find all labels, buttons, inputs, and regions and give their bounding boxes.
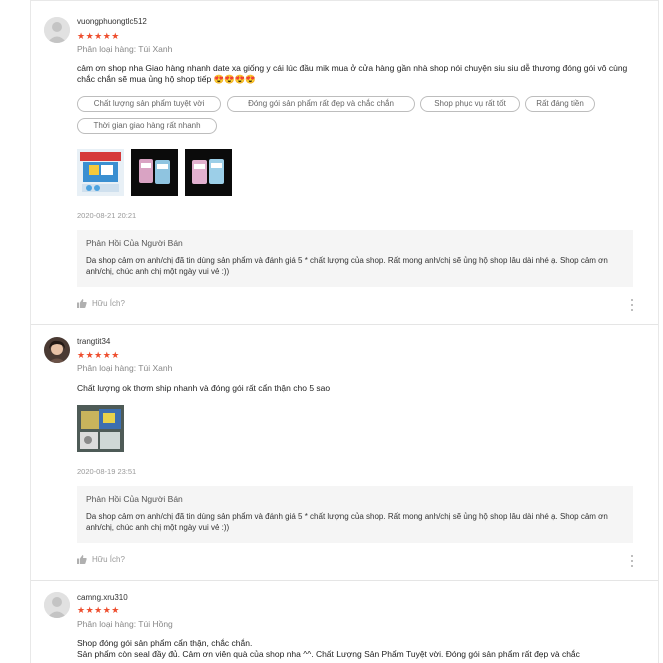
review-photo[interactable] xyxy=(77,149,124,196)
review-timestamp: 2020-08-21 20:21 xyxy=(77,211,137,220)
seller-reply-box: Phản Hồi Của Người Bán Da shop cảm ơn an… xyxy=(77,230,633,287)
reviewer-username[interactable]: camng.xru310 xyxy=(77,593,128,602)
more-vertical-icon[interactable] xyxy=(630,555,634,567)
review-divider xyxy=(31,580,658,581)
seller-reply-box: Phản Hồi Của Người Bán Da shop cảm ơn an… xyxy=(77,486,633,543)
rating-stars: ★★★★★ xyxy=(77,605,120,615)
avatar[interactable] xyxy=(44,337,70,363)
review-comment: Shop đóng gói sản phẩm cẩn thận, chắc ch… xyxy=(77,638,580,659)
helpful-label: Hữu Ích? xyxy=(92,299,125,308)
reviews-panel: vuongphuongtlc512 ★★★★★ Phân loại hàng: … xyxy=(30,0,659,663)
avatar[interactable] xyxy=(44,592,70,618)
review-photo[interactable] xyxy=(185,149,232,196)
reviewer-username[interactable]: vuongphuongtlc512 xyxy=(77,17,147,26)
review-divider xyxy=(31,324,658,325)
seller-reply-title: Phản Hồi Của Người Bán xyxy=(86,238,183,248)
reviewer-username[interactable]: trangtit34 xyxy=(77,337,110,346)
review-timestamp: 2020-08-19 23:51 xyxy=(77,467,137,476)
more-vertical-icon[interactable] xyxy=(630,299,634,311)
rating-stars: ★★★★★ xyxy=(77,31,120,41)
product-variation: Phân loại hàng: Túi Xanh xyxy=(77,44,173,54)
thumb-up-icon xyxy=(77,555,87,564)
product-variation: Phân loại hàng: Túi Xanh xyxy=(77,363,173,373)
review-tag: Shop phục vụ rất tốt xyxy=(420,96,520,112)
review-tag: Thời gian giao hàng rất nhanh xyxy=(77,118,217,134)
review-comment: cảm ơn shop nha Giao hàng nhanh date xa … xyxy=(77,63,628,84)
seller-reply-text: Da shop cảm ơn anh/chị đã tin dùng sản p… xyxy=(86,256,608,276)
review-comment: Chất lượng ok thơm ship nhanh và đóng gó… xyxy=(77,383,331,393)
avatar[interactable] xyxy=(44,17,70,43)
helpful-button[interactable]: Hữu Ích? xyxy=(77,555,125,564)
helpful-button[interactable]: Hữu Ích? xyxy=(77,299,125,308)
helpful-label: Hữu Ích? xyxy=(92,555,125,564)
review-photo[interactable] xyxy=(77,405,124,452)
review-tag: Đóng gói sản phẩm rất đẹp và chắc chắn xyxy=(227,96,415,112)
seller-reply-title: Phản Hồi Của Người Bán xyxy=(86,494,183,504)
seller-reply-text: Da shop cảm ơn anh/chị đã tin dùng sản p… xyxy=(86,512,608,532)
product-variation: Phân loại hàng: Túi Hồng xyxy=(77,619,173,629)
review-photo[interactable] xyxy=(131,149,178,196)
thumb-up-icon xyxy=(77,299,87,308)
review-tag: Rất đáng tiền xyxy=(525,96,595,112)
review-tag: Chất lượng sản phẩm tuyệt vời xyxy=(77,96,221,112)
rating-stars: ★★★★★ xyxy=(77,350,120,360)
